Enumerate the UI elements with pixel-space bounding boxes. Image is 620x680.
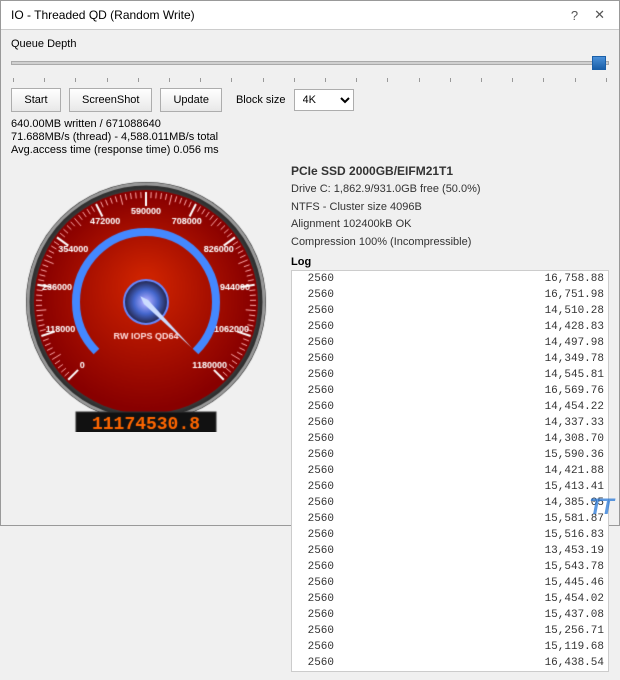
log-row: 256014,421.88	[292, 463, 608, 479]
log-row: 256014,428.83	[292, 319, 608, 335]
log-row: 256014,545.81	[292, 367, 608, 383]
log-row: 256014,385.05	[292, 495, 608, 511]
log-row: 256015,256.71	[292, 623, 608, 639]
tick	[325, 78, 326, 82]
log-row: 256015,445.46	[292, 575, 608, 591]
log-row: 256015,119.68	[292, 639, 608, 655]
log-table[interactable]: 256016,758.88256016,751.98256014,510.282…	[291, 270, 609, 672]
drive-title: PCIe SSD 2000GB/EIFM21T1	[291, 162, 609, 181]
ntfs-info: NTFS - Cluster size 4096B	[291, 199, 609, 217]
log-row: 256015,543.78	[292, 559, 608, 575]
log-label: Log	[291, 256, 609, 268]
stats-section: 640.00MB written / 671088640 71.688MB/s …	[11, 118, 609, 156]
log-row: 256014,349.78	[292, 351, 608, 367]
title-controls: ? ✕	[567, 7, 609, 23]
screenshot-button[interactable]: ScreenShot	[69, 88, 152, 112]
log-row: 256016,438.54	[292, 655, 608, 671]
title-bar: IO - Threaded QD (Random Write) ? ✕	[1, 1, 619, 30]
stat-speed: 71.688MB/s (thread) - 4,588.011MB/s tota…	[11, 131, 609, 143]
drive-c-info: Drive C: 1,862.9/931.0GB free (50.0%)	[291, 181, 609, 199]
tick	[575, 78, 576, 82]
tick	[75, 78, 76, 82]
log-row: 256016,751.98	[292, 287, 608, 303]
compression-info: Compression 100% (Incompressible)	[291, 234, 609, 252]
tick	[263, 78, 264, 82]
drive-info: PCIe SSD 2000GB/EIFM21T1 Drive C: 1,862.…	[291, 162, 609, 252]
window-title: IO - Threaded QD (Random Write)	[11, 8, 195, 22]
log-row: 256014,308.70	[292, 431, 608, 447]
main-area: PCIe SSD 2000GB/EIFM21T1 Drive C: 1,862.…	[11, 162, 609, 672]
tick	[512, 78, 513, 82]
tick	[419, 78, 420, 82]
queue-depth-section: Queue Depth	[11, 38, 609, 82]
tick	[231, 78, 232, 82]
help-button[interactable]: ?	[567, 8, 582, 23]
stat-written: 640.00MB written / 671088640	[11, 118, 609, 130]
log-row: 256015,590.36	[292, 447, 608, 463]
right-panel: PCIe SSD 2000GB/EIFM21T1 Drive C: 1,862.…	[291, 162, 609, 672]
slider-track	[11, 61, 609, 65]
alignment-info: Alignment 102400kB OK	[291, 216, 609, 234]
log-row: 256014,497.98	[292, 335, 608, 351]
slider-thumb[interactable]	[592, 56, 606, 70]
stat-avg-access: Avg.access time (response time) 0.056 ms	[11, 144, 609, 156]
log-row: 256015,413.41	[292, 479, 608, 495]
update-button[interactable]: Update	[160, 88, 221, 112]
watermark: TT	[589, 494, 612, 520]
tick	[450, 78, 451, 82]
gauge-section	[11, 162, 281, 672]
queue-depth-label: Queue Depth	[11, 38, 609, 50]
log-row: 256014,337.33	[292, 415, 608, 431]
tick	[200, 78, 201, 82]
tick	[169, 78, 170, 82]
content-area: Queue Depth	[1, 30, 619, 680]
tick	[107, 78, 108, 82]
close-button[interactable]: ✕	[590, 7, 609, 23]
log-row: 256015,581.87	[292, 511, 608, 527]
block-size-label: Block size	[236, 94, 286, 106]
tick	[356, 78, 357, 82]
tick	[606, 78, 607, 82]
tick	[543, 78, 544, 82]
controls-row: Start ScreenShot Update Block size 4K 8K…	[11, 88, 609, 112]
block-size-select[interactable]: 4K 8K 16K 32K 64K 128K 512K 1M	[294, 89, 354, 111]
watermark-text: TT	[589, 494, 612, 519]
queue-depth-slider-container	[11, 54, 609, 72]
tick	[44, 78, 45, 82]
log-row: 256013,453.19	[292, 543, 608, 559]
log-row: 256015,437.08	[292, 607, 608, 623]
log-row: 256014,510.28	[292, 303, 608, 319]
tick	[13, 78, 14, 82]
start-button[interactable]: Start	[11, 88, 61, 112]
log-row: 256016,569.76	[292, 383, 608, 399]
log-section: Log 256016,758.88256016,751.98256014,510…	[291, 256, 609, 672]
log-row: 256016,758.88	[292, 271, 608, 287]
tick	[387, 78, 388, 82]
tick	[294, 78, 295, 82]
log-row: 256014,454.22	[292, 399, 608, 415]
tick	[138, 78, 139, 82]
tick	[481, 78, 482, 82]
log-row: 256015,516.83	[292, 527, 608, 543]
slider-ticks	[11, 78, 609, 82]
main-window: IO - Threaded QD (Random Write) ? ✕ Queu…	[0, 0, 620, 526]
log-row: 256015,454.02	[292, 591, 608, 607]
gauge-canvas	[11, 162, 281, 432]
